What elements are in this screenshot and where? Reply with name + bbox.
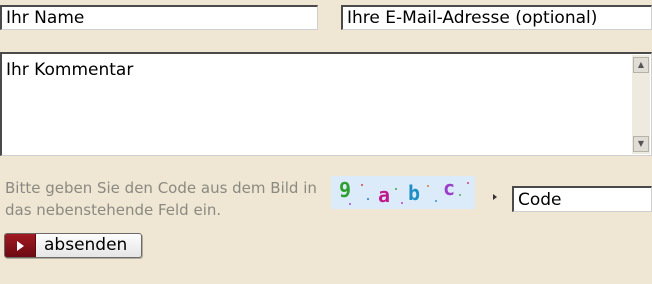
comment-placeholder: Ihr Kommentar	[6, 60, 134, 80]
captcha-noise-dot	[467, 182, 469, 184]
email-placeholder: Ihre E-Mail-Adresse (optional)	[347, 8, 598, 28]
code-placeholder: Code	[518, 190, 562, 210]
submit-button[interactable]: absenden	[4, 233, 142, 258]
captcha-image: 9 a b c	[331, 176, 475, 209]
name-placeholder: Ihr Name	[6, 8, 85, 28]
captcha-char: b	[408, 181, 421, 205]
name-field[interactable]: Ihr Name	[0, 5, 318, 30]
captcha-noise-dot	[349, 203, 351, 205]
play-triangle-icon	[16, 240, 24, 251]
submit-icon-box	[5, 234, 36, 257]
email-field[interactable]: Ihre E-Mail-Adresse (optional)	[341, 5, 652, 30]
captcha-char: 9	[339, 178, 352, 202]
captcha-instruction: Bitte geben Sie den Code aus dem Bild in…	[5, 179, 317, 219]
captcha-noise-dot	[401, 202, 403, 204]
submit-label: absenden	[44, 235, 128, 255]
captcha-noise-dot	[459, 194, 461, 196]
captcha-noise-dot	[427, 185, 429, 187]
code-field[interactable]: Code	[512, 186, 652, 212]
comment-textarea[interactable]: Ihr Kommentar ▲ ▼	[0, 52, 652, 156]
captcha-noise-dot	[395, 188, 397, 190]
right-arrow-marker-icon	[493, 194, 497, 200]
scroll-up-arrow-icon[interactable]: ▲	[633, 57, 649, 73]
scroll-down-arrow-icon[interactable]: ▼	[633, 136, 649, 152]
captcha-noise-dot	[367, 198, 369, 200]
captcha-char: c	[443, 176, 456, 200]
captcha-noise-dot	[361, 184, 363, 186]
comment-scrollbar[interactable]: ▲ ▼	[632, 55, 650, 154]
captcha-char: a	[378, 183, 391, 207]
captcha-noise-dot	[435, 200, 437, 202]
